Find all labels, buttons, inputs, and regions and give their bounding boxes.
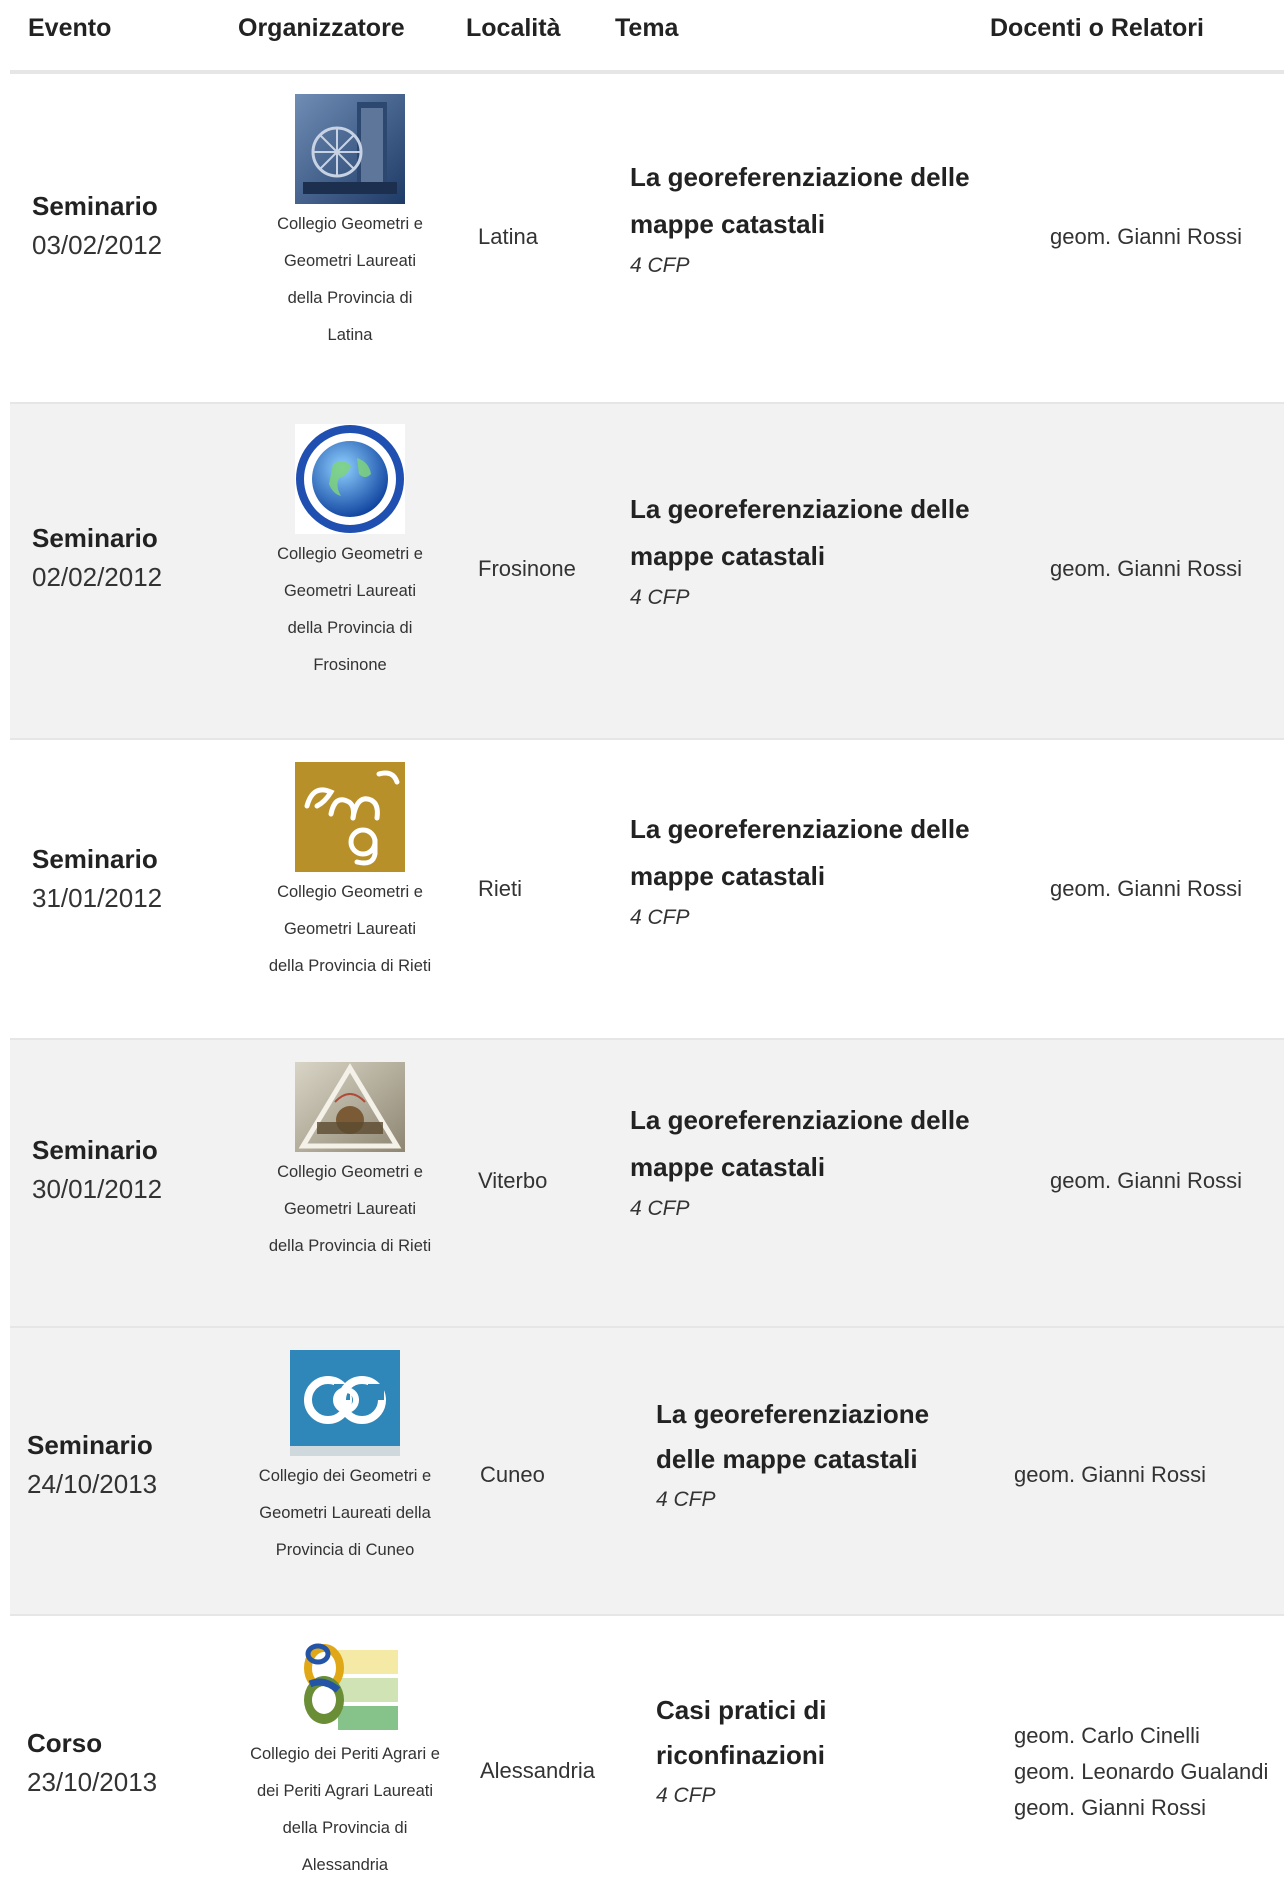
evento-cell: Seminario 03/02/2012 [32, 191, 162, 261]
event-date: 31/01/2012 [32, 883, 163, 913]
evento-cell: Seminario 02/02/2012 [32, 523, 162, 593]
tema-cell: La georeferenziazione delle mappe catast… [656, 1392, 929, 1512]
cfp-label: 4 CFP [630, 586, 690, 609]
cfp-label: 4 CFP [656, 1488, 716, 1511]
tema-title: La georeferenziazione delle mappe catast… [630, 1105, 970, 1182]
tema-title: Casi pratici di riconfinazioni [656, 1695, 827, 1770]
periti-agrari-logo-icon [290, 1638, 400, 1734]
tema-title: La georeferenziazione delle mappe catast… [630, 814, 970, 891]
table-row: Seminario 30/01/2012 Collegio Geometri e… [10, 1040, 1284, 1328]
cfp-label: 4 CFP [656, 1784, 716, 1807]
organizer-cell: Collegio Geometri e Geometri Laureati de… [255, 1062, 445, 1265]
tema-cell: La georeferenziazione delle mappe catast… [630, 486, 970, 610]
header-evento: Evento [28, 14, 112, 42]
geometri-triangle-logo-icon [295, 1062, 405, 1152]
tema-cell: La georeferenziazione delle mappe catast… [630, 806, 970, 930]
organizer-cell: Collegio Geometri e Geometri Laureati de… [255, 424, 445, 684]
event-type: Seminario [27, 1430, 153, 1460]
event-date: 30/01/2012 [32, 1174, 163, 1204]
event-date: 23/10/2013 [27, 1767, 158, 1797]
globe-logo-icon [295, 424, 405, 534]
docenti-cell: geom. Gianni Rossi [1014, 1462, 1206, 1487]
tema-title: La georeferenziazione delle mappe catast… [656, 1399, 930, 1474]
event-type: Seminario [32, 1135, 158, 1165]
location-cell: Cuneo [480, 1462, 545, 1487]
table-row: Seminario 31/01/2012 Collegio Geometri e… [10, 740, 1284, 1040]
organizer-name-3: Collegio Geometri e Geometri Laureati de… [268, 1163, 432, 1255]
event-type: Corso [27, 1728, 103, 1758]
event-date: 02/02/2012 [32, 562, 163, 592]
event-type: Seminario [32, 191, 158, 221]
tema-cell: La georeferenziazione delle mappe catast… [630, 1097, 970, 1221]
table-row: Seminario 24/10/2013 Collegio dei Geomet… [10, 1328, 1284, 1616]
event-type: Seminario [32, 844, 158, 874]
evento-cell: Seminario 30/01/2012 [32, 1135, 162, 1205]
table-header: Evento Organizzatore Località Tema Docen… [10, 0, 1284, 74]
organizer-name-2: Collegio Geometri e Geometri Laureati de… [268, 883, 432, 975]
evento-cell: Seminario 31/01/2012 [32, 844, 162, 914]
location-cell: Latina [478, 224, 538, 249]
cgc-logo-icon [290, 1350, 400, 1456]
location-cell: Rieti [478, 876, 523, 901]
building-logo-icon [295, 94, 405, 204]
table-row: Corso 23/10/2013 Collegio dei Periti Agr… [10, 1616, 1284, 1874]
header-docenti: Docenti o Relatori [990, 14, 1204, 42]
tema-cell: La georeferenziazione delle mappe catast… [630, 154, 970, 278]
tema-cell: Casi pratici di riconfinazioni 4 CFP [656, 1688, 827, 1808]
cfp-label: 4 CFP [630, 906, 690, 929]
organizer-name-5: Collegio dei Periti Agrari e dei Periti … [250, 1745, 440, 1874]
organizer-cell: Collegio Geometri e Geometri Laureati de… [255, 94, 445, 354]
cng-logo-icon [295, 762, 405, 872]
event-date: 03/02/2012 [32, 230, 163, 260]
cfp-label: 4 CFP [630, 254, 690, 277]
table-row: Seminario 02/02/2012 Collegio Geometri e… [10, 404, 1284, 740]
header-organizzatore: Organizzatore [238, 14, 405, 42]
organizer-name-4: Collegio dei Geometri e Geometri Laureat… [258, 1467, 432, 1559]
organizer-cell: Collegio dei Periti Agrari e dei Periti … [250, 1638, 440, 1884]
docenti-cell: geom. Gianni Rossi [1050, 876, 1242, 901]
header-tema: Tema [615, 14, 679, 42]
tema-title: La georeferenziazione delle mappe catast… [630, 162, 970, 239]
docenti-cell: geom. Gianni Rossi [1050, 556, 1242, 581]
evento-cell: Corso 23/10/2013 [27, 1728, 157, 1798]
location-cell: Frosinone [478, 556, 576, 581]
organizer-cell: Collegio Geometri e Geometri Laureati de… [255, 762, 445, 985]
docenti-cell: geom. Gianni Rossi [1050, 1168, 1242, 1193]
header-localita: Località [466, 14, 561, 42]
organizer-cell: Collegio dei Geometri e Geometri Laureat… [250, 1350, 440, 1569]
docenti-cell: geom. Gianni Rossi [1050, 224, 1242, 249]
tema-title: La georeferenziazione delle mappe catast… [630, 494, 970, 571]
event-type: Seminario [32, 523, 158, 553]
evento-cell: Seminario 24/10/2013 [27, 1430, 157, 1500]
organizer-name-1: Collegio Geometri e Geometri Laureati de… [277, 545, 423, 674]
table-row: Seminario 03/02/2012 Collegio Geometri e… [10, 74, 1284, 404]
event-date: 24/10/2013 [27, 1469, 158, 1499]
docenti-cell: geom. Carlo Cinelli geom. Leonardo Guala… [1014, 1723, 1269, 1820]
events-table: Evento Organizzatore Località Tema Docen… [10, 0, 1284, 1874]
location-cell: Viterbo [478, 1168, 548, 1193]
organizer-name-0: Collegio Geometri e Geometri Laureati de… [277, 215, 423, 344]
location-cell: Alessandria [480, 1758, 595, 1783]
cfp-label: 4 CFP [630, 1197, 690, 1220]
